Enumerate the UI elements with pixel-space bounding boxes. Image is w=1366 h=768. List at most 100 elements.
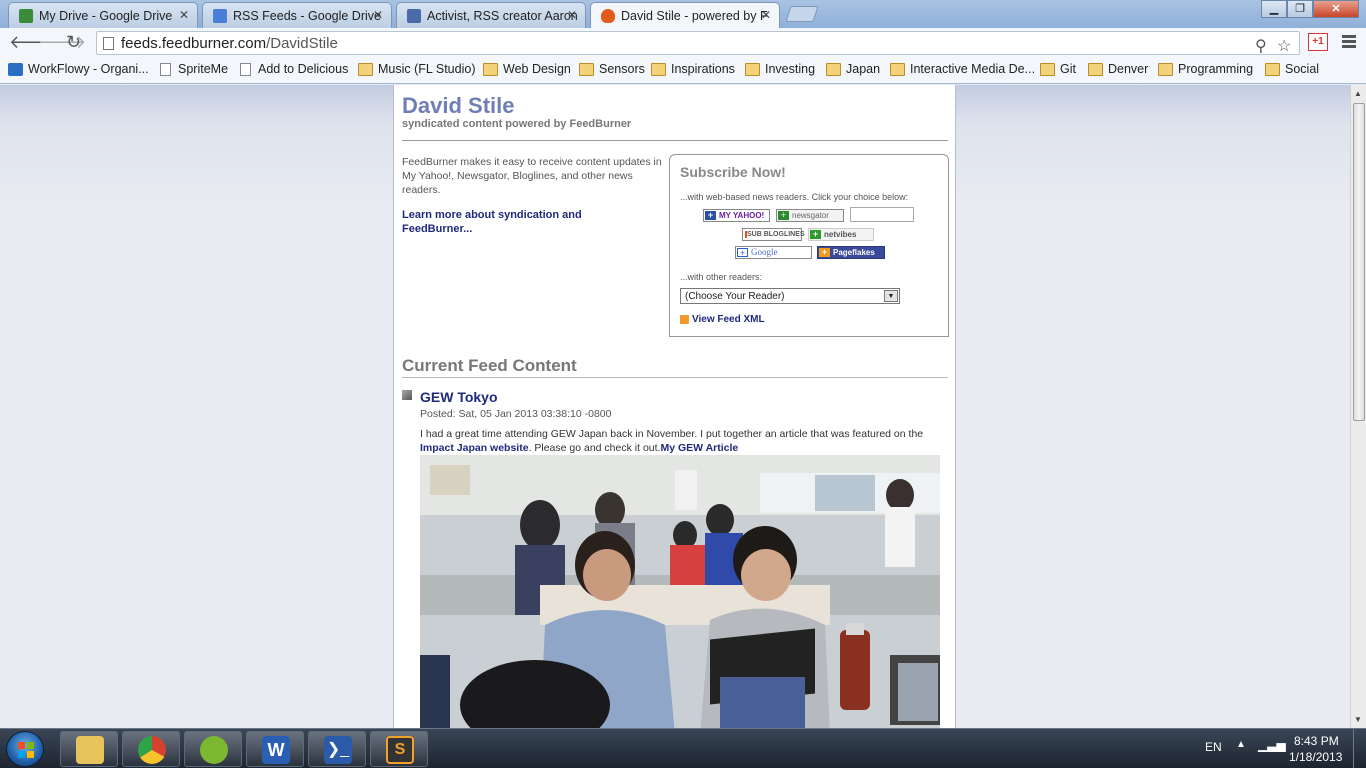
folder-icon (826, 63, 841, 76)
bookmark-folder-denver[interactable]: Denver (1088, 62, 1148, 76)
plus-icon: + (705, 211, 716, 220)
entry-text: . Please go and check it out. (528, 442, 661, 454)
show-hidden-icons-icon[interactable]: ▲ (1236, 739, 1246, 750)
newsgator-button[interactable]: + newsgator (776, 209, 844, 222)
bookmark-folder-programming[interactable]: Programming (1158, 62, 1253, 76)
bookmark-label: SpriteMe (178, 62, 229, 76)
taskbar-spotify[interactable] (184, 731, 242, 767)
entry-title-link[interactable]: GEW Tokyo (420, 389, 498, 405)
bookmark-folder-git[interactable]: Git (1040, 62, 1076, 76)
button-label: Pageflakes (833, 248, 875, 257)
google-drive-icon (19, 9, 33, 23)
tab-title: RSS Feeds - Google Drive (233, 9, 381, 23)
language-indicator[interactable]: EN (1205, 740, 1222, 754)
divider (402, 377, 948, 378)
folder-icon (1158, 63, 1173, 76)
show-desktop-button[interactable] (1353, 729, 1366, 768)
bookmark-add-to-delicious[interactable]: Add to Delicious (238, 62, 348, 76)
bookmark-folder-music[interactable]: Music (FL Studio) (358, 62, 475, 76)
plus-icon: + (778, 211, 789, 220)
link-label: View Feed XML (692, 314, 765, 325)
maximize-button[interactable]: ❐ (1287, 0, 1313, 18)
minimize-button[interactable]: ▁ (1261, 0, 1287, 18)
taskbar-microsoft-word[interactable]: W (246, 731, 304, 767)
bookmark-workflowy[interactable]: WorkFlowy - Organi... (8, 62, 149, 76)
reload-icon[interactable]: ↻ (66, 32, 81, 53)
new-tab-button[interactable] (785, 6, 819, 22)
folder-icon (1265, 63, 1280, 76)
bookmark-label: Japan (846, 62, 881, 76)
scroll-up-icon[interactable]: ▲ (1354, 89, 1362, 98)
pageflakes-button[interactable]: + Pageflakes (817, 246, 885, 259)
bookmark-folder-investing[interactable]: Investing (745, 62, 815, 76)
taskbar-google-chrome[interactable] (122, 731, 180, 767)
subscribe-box: Subscribe Now! ...with web-based news re… (669, 154, 949, 337)
my-yahoo-button[interactable]: + MY YAHOO! (703, 209, 770, 222)
bookmark-folder-social[interactable]: Social (1265, 62, 1319, 76)
spotify-icon (200, 736, 228, 764)
button-label: SUB BLOGLINES (747, 231, 805, 238)
clock-time[interactable]: 8:43 PM (1294, 734, 1339, 748)
taskbar-windows-explorer[interactable] (60, 731, 118, 767)
tab-my-drive[interactable]: My Drive - Google Drive ✕ (8, 2, 198, 28)
start-button[interactable] (6, 731, 44, 767)
close-window-button[interactable]: ✕ (1313, 0, 1359, 18)
bookmark-folder-sensors[interactable]: Sensors (579, 62, 645, 76)
bookmark-folder-interactive-media[interactable]: Interactive Media De... (890, 62, 1035, 76)
feed-page: David Stile syndicated content powered b… (393, 85, 956, 728)
powershell-icon: ❯_ (324, 736, 352, 764)
taskbar-powershell[interactable]: ❯_ (308, 731, 366, 767)
clock-date[interactable]: 1/18/2013 (1289, 750, 1342, 764)
reader-select[interactable]: (Choose Your Reader) ▼ (680, 288, 900, 304)
rss-icon (680, 315, 689, 324)
tab-close-icon[interactable]: ✕ (761, 8, 771, 22)
chevron-down-icon[interactable]: ▼ (884, 290, 898, 302)
bookmark-label: Social (1285, 62, 1320, 76)
url-host: feeds.feedburner.com (121, 35, 267, 52)
menu-icon[interactable] (1342, 35, 1356, 50)
vertical-scrollbar[interactable]: ▲ ▼ (1350, 85, 1366, 728)
page-viewport: David Stile syndicated content powered b… (0, 85, 1350, 728)
scrollbar-thumb[interactable] (1353, 103, 1365, 421)
tab-activist[interactable]: Activist, RSS creator Aaron ✕ (396, 2, 586, 28)
bookmark-star-icon[interactable]: ☆ (1277, 36, 1291, 56)
bookmark-folder-inspirations[interactable]: Inspirations (651, 62, 735, 76)
bloglines-button[interactable]: SUB BLOGLINES (742, 228, 805, 241)
google-plus-one-button[interactable]: +1 (1308, 33, 1328, 51)
learn-more-link[interactable]: Learn more about syndication and FeedBur… (402, 208, 622, 236)
entry-posted-date: Posted: Sat, 05 Jan 2013 03:38:10 -0800 (420, 408, 612, 420)
bookmark-label: Inspirations (671, 62, 735, 76)
chrome-icon (138, 736, 166, 764)
intro-text: FeedBurner makes it easy to receive cont… (402, 156, 662, 196)
tab-close-icon[interactable]: ✕ (179, 8, 189, 22)
tab-close-icon[interactable]: ✕ (373, 8, 383, 22)
bookmark-folder-web-design[interactable]: Web Design (483, 62, 571, 76)
netvibes-button[interactable]: + netvibes (808, 228, 874, 241)
folder-icon (745, 63, 760, 76)
tab-close-icon[interactable]: ✕ (567, 8, 577, 22)
my-gew-article-link[interactable]: My GEW Article (660, 442, 738, 454)
bookmark-label: Interactive Media De... (910, 62, 1036, 76)
scroll-down-icon[interactable]: ▼ (1354, 715, 1362, 724)
taskbar-sublime-text[interactable]: S (370, 731, 428, 767)
impact-japan-link[interactable]: Impact Japan website (420, 442, 529, 454)
search-icon[interactable]: ⚲ (1255, 36, 1267, 56)
view-feed-xml-link[interactable]: View Feed XML (680, 314, 765, 325)
feedburner-flame-icon (601, 9, 615, 23)
bookmark-label: Add to Delicious (258, 62, 349, 76)
page-icon (240, 63, 251, 76)
folder-icon (651, 63, 666, 76)
bookmark-folder-japan[interactable]: Japan (826, 62, 880, 76)
entry-body: I had a great time attending GEW Japan b… (420, 427, 945, 455)
address-bar[interactable]: feeds.feedburner.com/DavidStile ⚲ ☆ (96, 31, 1300, 55)
folder-icon (483, 63, 498, 76)
page-icon (103, 37, 114, 50)
network-signal-icon[interactable]: ▁▃▅ (1258, 738, 1286, 752)
tab-rss-feeds[interactable]: RSS Feeds - Google Drive ✕ (202, 2, 392, 28)
reader-input-field[interactable] (850, 207, 914, 222)
bookmark-spriteme[interactable]: SpriteMe (158, 62, 228, 76)
url-path: /DavidStile (266, 35, 338, 52)
tab-david-stile[interactable]: David Stile - powered by F ✕ (590, 2, 780, 29)
google-button[interactable]: + Google (735, 246, 812, 259)
page-title[interactable]: David Stile (402, 93, 514, 119)
